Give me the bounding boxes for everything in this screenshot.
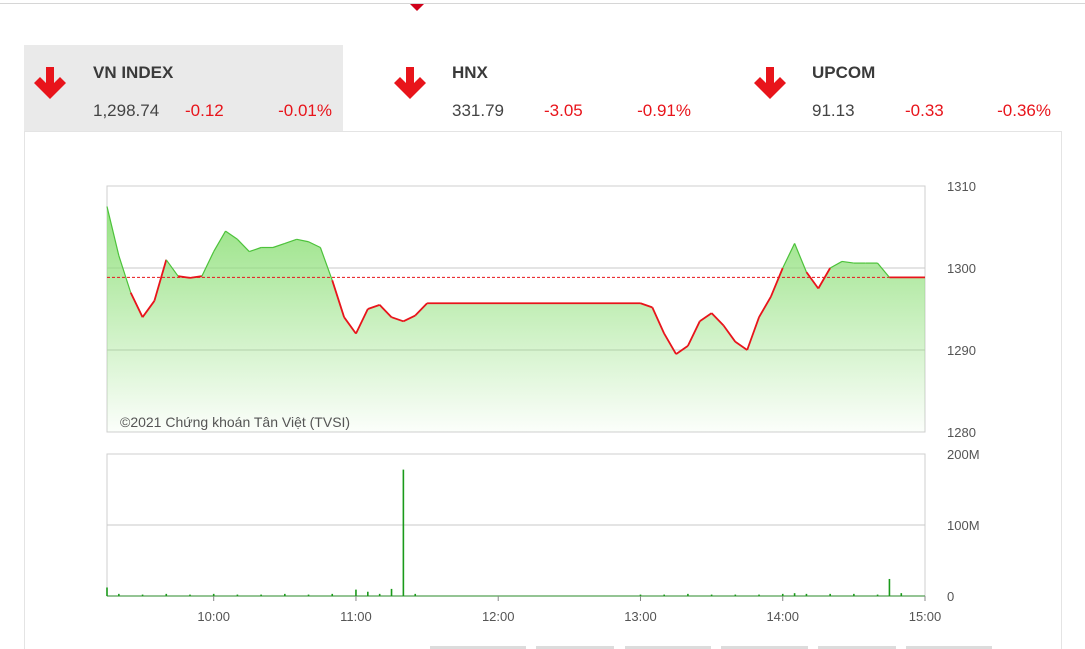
y-tick-label: 1290 (947, 343, 976, 358)
volume-bar (793, 593, 796, 596)
x-tick-label: 11:00 (340, 609, 372, 624)
volume-bar (781, 593, 784, 596)
x-tick-label: 10:00 (197, 609, 230, 624)
y-tick-label: 1300 (947, 261, 976, 276)
volume-bar (639, 594, 642, 596)
volume-bar (663, 594, 665, 596)
volume-bar (402, 469, 405, 596)
volume-bar (378, 593, 381, 596)
volume-bar (260, 594, 262, 596)
volume-bar (367, 591, 369, 596)
volume-bar (331, 593, 334, 596)
volume-pane: 200M 100M 0 (106, 447, 980, 604)
volume-bar (307, 594, 310, 596)
volume-bar (189, 594, 191, 596)
x-tick-label: 12:00 (482, 609, 515, 624)
y-tick-label: 1310 (947, 179, 976, 194)
volume-bar (758, 594, 760, 596)
volume-bar (236, 594, 239, 596)
volume-bar (900, 593, 903, 596)
volume-bar (687, 593, 689, 596)
x-tick-label: 14:00 (766, 609, 799, 624)
volume-bar (888, 578, 891, 596)
volume-bar (212, 593, 215, 596)
volume-bar (853, 593, 855, 596)
watermark-text: ©2021 Chứng khoán Tân Việt (TVSI) (120, 414, 350, 430)
volume-bar (710, 594, 713, 596)
volume-bar (118, 593, 120, 596)
y-tick-label: 1280 (947, 425, 976, 440)
price-pane: 1310 1300 1290 1280 ©2021 Chứng khoán Tân Vi… (106, 179, 976, 440)
volume-bar (829, 593, 831, 596)
volume-bar (284, 593, 286, 596)
y-tick-label: 0 (947, 589, 954, 604)
volume-bar (165, 593, 168, 596)
y-tick-label: 200M (947, 447, 980, 462)
volume-bar (414, 593, 417, 596)
volume-bar (390, 588, 393, 596)
x-tick-label: 15:00 (909, 609, 942, 624)
x-tick-label: 13:00 (624, 609, 657, 624)
volume-bar (355, 589, 357, 596)
time-axis: 10:00 11:00 12:00 13:00 14:00 15:00 (197, 596, 941, 624)
volume-bar (734, 594, 737, 596)
volume-bar (141, 594, 144, 596)
y-tick-label: 100M (947, 518, 980, 533)
volume-bar (876, 594, 879, 596)
intraday-chart: 1310 1300 1290 1280 ©2021 Chứng khoán Tân Vi… (106, 179, 980, 624)
volume-bar (805, 593, 808, 596)
volume-bar (106, 587, 108, 596)
